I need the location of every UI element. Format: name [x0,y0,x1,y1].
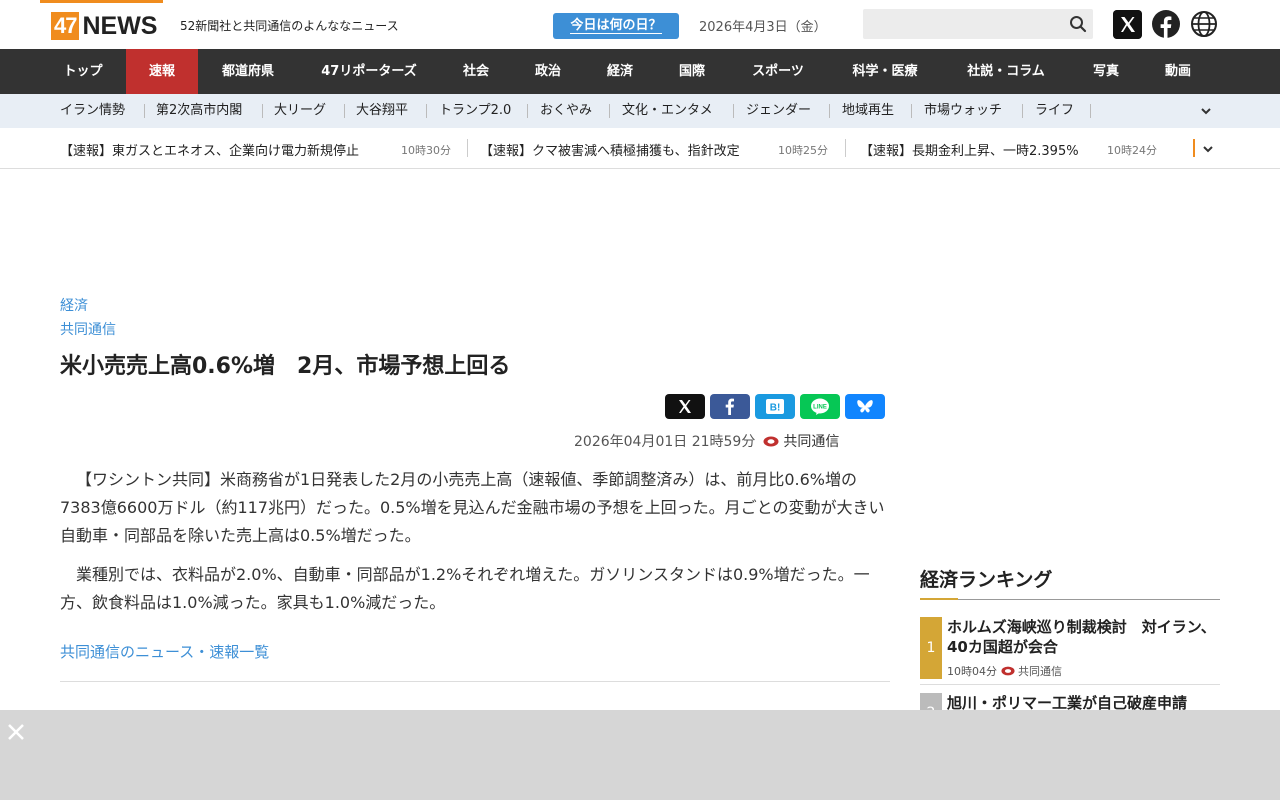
subnav-separator [1090,104,1091,118]
subnav-item[interactable]: トランプ2.0 [439,94,511,128]
ranking-title: 経済ランキング [920,569,1053,591]
subnav-separator [262,104,263,118]
subnav-item[interactable]: 市場ウォッチ [924,94,1002,128]
today-in-history-label: 今日は何の日？ [570,18,662,34]
ranking-title-rule [920,599,1220,600]
article-paragraph: 【ワシントン共同】米商務省が1日発表した2月の小売売上高（速報値、季節調整済み）… [60,470,885,545]
logo-word: NEWS [82,11,158,40]
site-header: 47 NEWS 52新聞社と共同通信のよんななニュース 今日は何の日？ 2026… [0,0,1280,49]
subnav-separator [1022,104,1023,118]
x-twitter-icon[interactable] [1113,10,1142,39]
current-date: 2026年4月3日（金） [699,20,827,35]
article-source[interactable]: 共同通信 [60,319,116,339]
subnav-item[interactable]: ライフ [1035,94,1074,128]
subnav-item[interactable]: 大リーグ [274,94,326,128]
subnav-separator [829,104,830,118]
subnav-separator [911,104,912,118]
share-bluesky-button[interactable] [845,394,885,419]
share-hatena-button[interactable]: B! [755,394,795,419]
subnav-separator [426,104,427,118]
globe-language-icon[interactable] [1190,10,1218,38]
subnav-separator [527,104,528,118]
svg-text:B!: B! [770,403,781,414]
breaking-news-ticker: 【速報】東ガスとエネオス、企業向け電力新規停止 10時30分 【速報】クマ被害減へ積… [0,128,1280,169]
subnav-separator [733,104,734,118]
subnav-item[interactable]: 第2次高市内閣 [156,94,242,128]
nav-item-society[interactable]: 社会 [440,49,512,94]
article-category[interactable]: 経済 [60,295,88,315]
main-navigation: トップ 速報 都道府県 47リポーターズ 社会 政治 経済 国際 スポーツ 科学・医療 社説・コラム… [0,49,1280,94]
article-meta: 2026年04月01日 21時59分 共同通信 [574,431,839,451]
chevron-down-icon[interactable] [1202,143,1214,155]
ranking-item-agency: 共同通信 [1018,665,1062,678]
subnav-item[interactable]: イラン情勢 [60,94,125,128]
nav-item-top[interactable]: トップ [40,49,126,94]
ranking-number: 1 [920,617,942,679]
ranking-item-time: 10時04分 [947,665,997,678]
search-icon[interactable] [1068,14,1088,34]
subnav-separator [144,104,145,118]
ticker-headline[interactable]: 【速報】長期金利上昇、一時2.395% [860,140,1079,159]
today-in-history-button[interactable]: 今日は何の日？ [553,13,679,39]
nav-item-videos[interactable]: 動画 [1142,49,1214,94]
article-title: 米小売売上高0.6%増 2月、市場予想上回る [60,354,511,379]
subnav-separator [344,104,345,118]
subnav-item[interactable]: おくやみ [540,94,592,128]
ticker-separator [845,139,846,157]
kyodo-logo-icon [1001,666,1015,676]
chevron-down-icon[interactable] [1200,105,1212,117]
ticker-overflow-marker [1193,139,1195,157]
share-line-button[interactable]: LINE [800,394,840,419]
ranking-item-title[interactable]: ホルムズ海峡巡り制裁検討 対イラン、40カ国超が会合 [947,617,1217,657]
ticker-separator [467,139,468,157]
share-x-button[interactable] [665,394,705,419]
ticker-time: 10時25分 [778,144,828,157]
ticker-time: 10時30分 [401,144,451,157]
ticker-time: 10時24分 [1107,144,1157,157]
logo-number: 47 [51,12,80,40]
bottom-ad-overlay [0,710,1280,800]
nav-item-47reporters[interactable]: 47リポーターズ [298,49,440,94]
ticker-headline[interactable]: 【速報】東ガスとエネオス、企業向け電力新規停止 [60,140,359,159]
nav-item-politics[interactable]: 政治 [512,49,584,94]
share-facebook-button[interactable] [710,394,750,419]
ranking-item-meta: 10時04分 共同通信 [947,663,1062,679]
subnav-separator [609,104,610,118]
nav-item-sports[interactable]: スポーツ [728,49,828,94]
search-input[interactable] [863,9,1093,39]
article-agency: 共同通信 [783,434,840,450]
subnav-item[interactable]: 文化・エンタメ [622,94,713,128]
source-news-list-link[interactable]: 共同通信のニュース・速報一覧 [60,641,269,662]
nav-item-prefectures[interactable]: 都道府県 [198,49,298,94]
ranking-divider [920,684,1220,685]
topic-subnavigation: イラン情勢 第2次高市内閣 大リーグ 大谷翔平 トランプ2.0 おくやみ 文化・エンタメ ジェ… [0,94,1280,128]
logo-accent-bar [40,0,163,3]
nav-item-science-medical[interactable]: 科学・医療 [828,49,942,94]
nav-item-economy[interactable]: 経済 [584,49,656,94]
subnav-item[interactable]: 大谷翔平 [356,94,408,128]
facebook-icon[interactable] [1152,10,1180,38]
ranking-title-accent [920,598,958,600]
svg-text:LINE: LINE [813,405,827,411]
nav-item-editorial-column[interactable]: 社説・コラム [942,49,1070,94]
subnav-item[interactable]: 地域再生 [842,94,894,128]
kyodo-logo-icon [763,436,779,446]
article-paragraph: 業種別では、衣料品が2.0%、自動車・同部品が1.2%それぞれ増えた。ガソリンス… [60,565,870,612]
nav-item-international[interactable]: 国際 [656,49,728,94]
nav-item-photos[interactable]: 写真 [1070,49,1142,94]
site-tagline: 52新聞社と共同通信のよんななニュース [180,19,399,33]
site-logo[interactable]: 47 NEWS [51,12,157,40]
article-divider [60,681,890,682]
ticker-headline[interactable]: 【速報】クマ被害減へ積極捕獲も、指針改定 [480,140,740,159]
close-icon[interactable] [6,722,26,742]
nav-item-breaking[interactable]: 速報 [126,49,198,94]
article-datetime: 2026年04月01日 21時59分 [574,434,756,450]
subnav-item[interactable]: ジェンダー [746,94,811,128]
